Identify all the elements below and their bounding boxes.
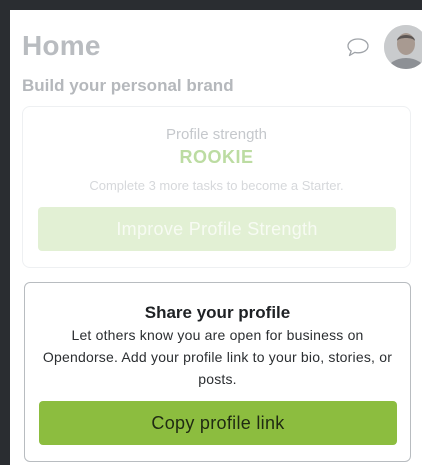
- chat-bubble-icon[interactable]: [346, 36, 370, 58]
- share-profile-title: Share your profile: [144, 303, 291, 322]
- improve-profile-strength-button[interactable]: Improve Profile Strength: [38, 207, 396, 251]
- header: Home: [22, 20, 422, 70]
- profile-strength-hint: Complete 3 more tasks to become a Starte…: [89, 178, 344, 193]
- profile-strength-label: Profile strength: [166, 126, 267, 143]
- share-profile-card: Share your profile Let others know you a…: [24, 282, 411, 462]
- share-profile-description: Let others know you are open for busines…: [42, 327, 393, 387]
- avatar[interactable]: [384, 25, 422, 69]
- home-screen: Home Build your personal brand Profile s…: [10, 10, 422, 465]
- section-heading: Build your personal brand: [22, 76, 234, 95]
- copy-profile-link-button[interactable]: Copy profile link: [39, 401, 397, 445]
- page-title: Home: [22, 30, 101, 61]
- profile-strength-card: Profile strength ROOKIE Complete 3 more …: [22, 106, 411, 268]
- profile-strength-level: ROOKIE: [179, 147, 254, 167]
